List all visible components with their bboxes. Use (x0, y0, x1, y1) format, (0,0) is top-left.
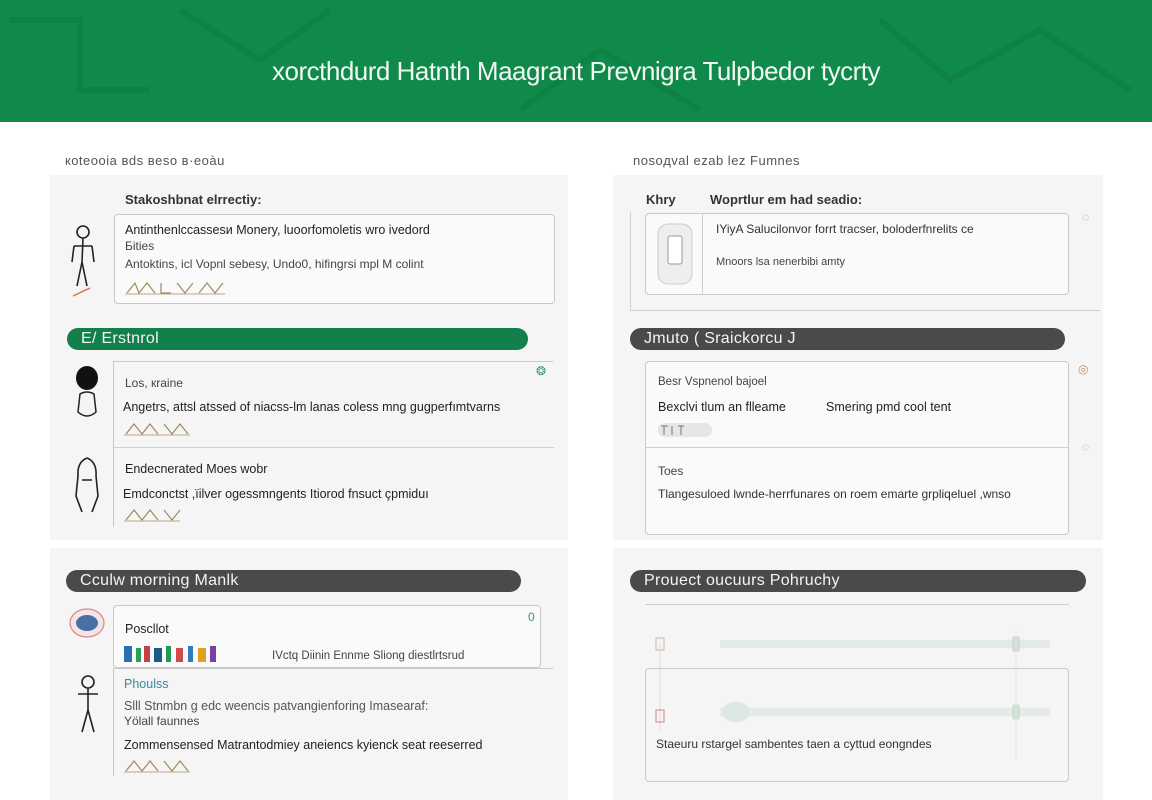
swatch (166, 646, 171, 662)
right-section3-pill[interactable]: Prouect oucuurs Pohruchy (630, 570, 1086, 592)
section-divider (645, 604, 1069, 605)
left-row2-text: Emdconctst ,їіlver ogessmngents Itiorod … (123, 487, 429, 501)
info-icon[interactable]: ◌ (1082, 210, 1089, 224)
phone-icon (657, 223, 693, 285)
card-divider (702, 214, 703, 294)
left-row1-title: Los, кraine (125, 376, 183, 390)
swatch (124, 646, 132, 662)
left-detail-title: Phoulss (124, 677, 169, 691)
left-card-line2: Бities (125, 239, 155, 253)
swatch (144, 646, 150, 662)
right-row1-text-a: Bexclvi tlum an flleame (658, 400, 786, 414)
person-icon (75, 457, 99, 513)
left-swatch-title: Poscllot (125, 622, 169, 636)
right-card-line1: IYiyA Salucilonvor forrt tracser, bolode… (716, 222, 974, 236)
right-timeline-card: Staeuru rstargel sambentes taen a cyttud… (645, 668, 1069, 782)
right-heading-b: Woprtlur em had seadio: (710, 192, 863, 207)
right-timeline-caption: Staeuru rstargel sambentes taen a cyttud… (656, 737, 932, 751)
left-detail-text3: Zommensensed Matrantodmiey aneiencs kyie… (124, 738, 483, 752)
bracket-line (630, 212, 631, 310)
signature-stamp (125, 281, 225, 295)
left-card-line3: Antoktins, іcl Vopnl sebesy, Undo0, hifi… (125, 257, 424, 271)
info-icon[interactable]: ◎ (1078, 362, 1088, 376)
person-icon (71, 225, 95, 297)
right-row1-title: Besr Vspnenol bajoel (658, 376, 767, 388)
swatch (210, 646, 216, 662)
toggle-switch[interactable] (658, 422, 714, 438)
left-swatch-corner: 0 (528, 610, 535, 624)
swatch (154, 648, 162, 662)
right-device-card[interactable]: IYiyA Salucilonvor forrt tracser, bolode… (645, 213, 1069, 295)
left-swatch-card[interactable]: Poscllot IVctq Diinin Ennme Slіong diest… (113, 605, 541, 668)
left-card-line1: Antinthenlcсassesи Monery, luoorfomoleti… (125, 223, 430, 237)
swatch (176, 648, 183, 662)
signature-stamp (124, 760, 190, 773)
right-row2-title: Toes (658, 464, 684, 478)
row-divider (646, 447, 1068, 448)
left-list-card: Los, кraine Angetrs, attsl atssed of nia… (113, 361, 554, 527)
left-swatch-caption: IVctq Diinin Ennme Slіong diestlrtsrud (272, 650, 465, 662)
left-info-card[interactable]: Antinthenlcсassesи Monery, luoorfomoleti… (114, 214, 555, 304)
swatch (188, 646, 193, 662)
left-detail-text1: Slll Stnmbn g edc weencis patvangienfori… (124, 699, 429, 713)
left-row2-title: Endecnerated Moes wobr (125, 462, 268, 476)
signature-stamp (124, 509, 181, 522)
signature-stamp (124, 423, 190, 436)
left-detail-text2: Yölall faunnes (124, 714, 200, 728)
swatch (198, 648, 206, 662)
right-row1-text-b: Smering pmd cool tent (826, 400, 952, 414)
left-section2-pill[interactable]: E/ Erstnrol (67, 328, 528, 350)
color-swatch-strip (124, 646, 216, 662)
person-icon (78, 675, 98, 733)
left-column-label: кoteooia вds вeso в·eoàu (65, 153, 225, 168)
right-list-card: Besr Vspnenol bajoel Bexclvi tlum an fll… (645, 361, 1069, 535)
left-detail-card: Phoulss Slll Stnmbn g edc weencis patvan… (113, 668, 553, 776)
right-heading-a: Khry (646, 192, 676, 207)
info-icon[interactable]: ◌ (1082, 440, 1089, 454)
bracket-line (630, 310, 1100, 311)
link-icon[interactable]: ❂ (536, 364, 546, 378)
left-section3-pill[interactable]: Cculw morning Manlk (66, 570, 521, 592)
logo-badge-icon (69, 608, 105, 638)
right-section2-pill[interactable]: Jmuto ( Sraickorcu J (630, 328, 1065, 350)
page-header: хorcthdurd Hatnth Maagrant Prevnigra Tul… (0, 0, 1152, 122)
right-row2-text: Tlangesuloed lwnde-herrfunares on roem e… (658, 487, 1011, 501)
right-card-line2: Mnoors lsa nenerbibi amty (716, 256, 846, 268)
left-row1-text: Angetrs, attsl atssed of niacss-lm lanas… (123, 400, 501, 414)
page-title: хorcthdurd Hatnth Maagrant Prevnigra Tul… (272, 56, 880, 86)
swatch (136, 648, 141, 662)
right-column-label: nosoдval ezab lez Fumnes (633, 153, 800, 168)
row-divider (114, 447, 554, 448)
avatar-icon (76, 366, 98, 417)
left-section1-heading: Stakoshbnat elrrectiy: (125, 192, 262, 207)
